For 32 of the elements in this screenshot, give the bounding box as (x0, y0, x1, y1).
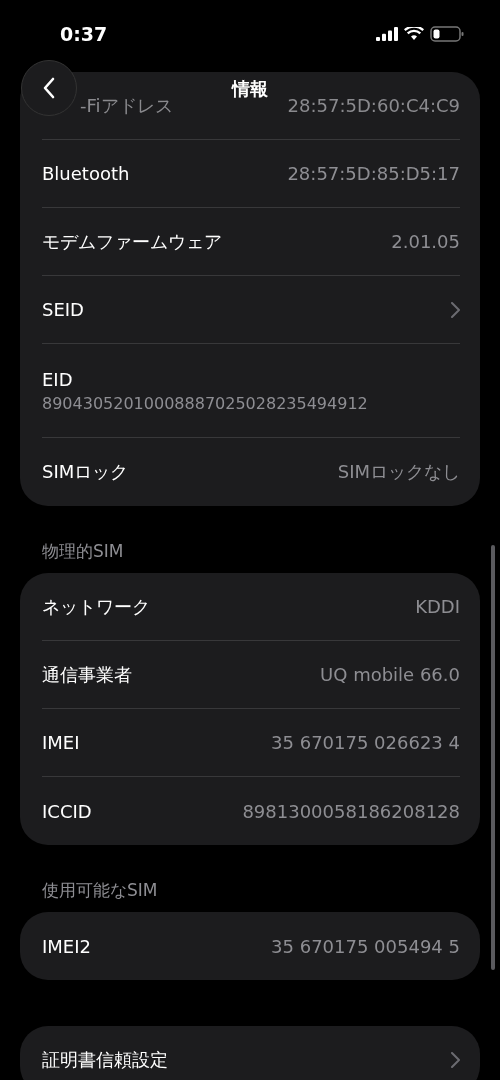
page-title: 情報 (232, 77, 268, 101)
row-label[interactable]: SEID (42, 299, 84, 320)
row-value: UQ mobile 66.0 (320, 664, 460, 685)
wifi-icon (404, 27, 424, 41)
row-label: ネットワーク (42, 594, 150, 619)
row-label: EID (42, 368, 73, 390)
section-header: 使用可能なSIM (42, 880, 158, 900)
row-label[interactable]: 証明書信頼設定 (42, 1048, 168, 1072)
chevron-icon (451, 301, 460, 318)
row-label: IMEI (42, 732, 80, 753)
row-value: 89043052010008887025028235494912 (42, 393, 368, 413)
row-label: -Fiアドレス (80, 93, 173, 118)
battery-icon (430, 26, 464, 42)
row-value: 28:57:5D:85:D5:17 (287, 163, 460, 184)
row-label: Bluetooth (42, 163, 130, 184)
back-icon (43, 77, 55, 99)
row-label: IMEI2 (42, 935, 91, 957)
section-header: 物理的SIM (42, 541, 124, 561)
row-value: KDDI (415, 596, 460, 617)
row-label: ICCID (42, 800, 92, 822)
row-label: 通信事業者 (42, 662, 132, 687)
chevron-icon (451, 1052, 460, 1068)
row-value: 35 670175 026623 4 (271, 732, 460, 753)
row-label: SIMロック (42, 460, 129, 484)
row-value: 8981300058186208128 (242, 800, 460, 822)
signal-icon (376, 27, 398, 41)
row-value: 28:57:5D:60:C4:C9 (287, 95, 460, 116)
status-time: 0:37 (60, 23, 108, 45)
row-value: 2.01.05 (391, 231, 460, 252)
row-value: SIMロックなし (337, 460, 460, 484)
row-label: モデムファームウェア (42, 229, 222, 254)
row-value: 35 670175 005494 5 (271, 935, 460, 957)
